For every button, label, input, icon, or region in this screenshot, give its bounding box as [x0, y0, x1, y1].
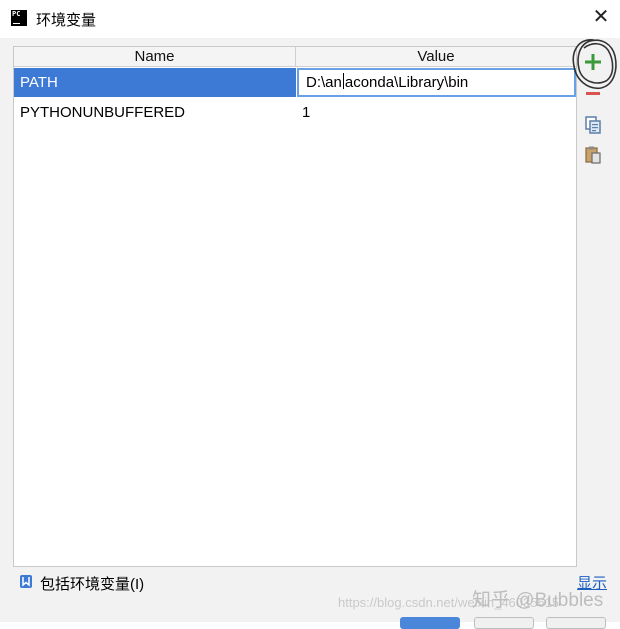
ok-button[interactable] [400, 617, 460, 629]
pycharm-app-icon: PC [11, 10, 27, 26]
table-row[interactable]: PATH D:\an aconda\Library\bin [14, 68, 576, 97]
column-header-value[interactable]: Value [296, 47, 576, 66]
cell-name[interactable]: PATH [14, 68, 296, 97]
help-button[interactable] [546, 617, 606, 629]
cell-value[interactable]: 1 [296, 98, 576, 127]
value-text-before-caret: D:\an [306, 74, 342, 91]
add-icon[interactable] [583, 52, 603, 72]
include-env-vars-checkbox[interactable] [20, 575, 32, 588]
table-header: Name Value [14, 47, 576, 67]
include-env-vars-label[interactable]: 包括环境变量(I) [40, 573, 144, 594]
value-edit-field[interactable]: D:\an aconda\Library\bin [297, 68, 576, 97]
dialog-footer: 包括环境变量(I) 显示 [0, 568, 620, 622]
env-var-table: Name Value PATH D:\an aconda\Library\bin … [13, 46, 577, 567]
close-icon[interactable]: ✕ [590, 6, 612, 28]
cell-name[interactable]: PYTHONUNBUFFERED [14, 98, 296, 127]
window-title: 环境变量 [36, 12, 97, 29]
column-header-name[interactable]: Name [14, 47, 296, 66]
copy-icon[interactable] [583, 115, 603, 135]
side-toolbar [578, 46, 608, 176]
value-text-after-caret: aconda\Library\bin [344, 74, 469, 91]
show-link[interactable]: 显示 [577, 572, 607, 593]
remove-icon[interactable] [583, 83, 603, 103]
text-caret [342, 73, 344, 89]
paste-icon[interactable] [583, 145, 603, 165]
table-row[interactable]: PYTHONUNBUFFERED 1 [14, 98, 576, 127]
cancel-button[interactable] [474, 617, 534, 629]
title-bar: PC 环境变量 ✕ [0, 0, 620, 38]
